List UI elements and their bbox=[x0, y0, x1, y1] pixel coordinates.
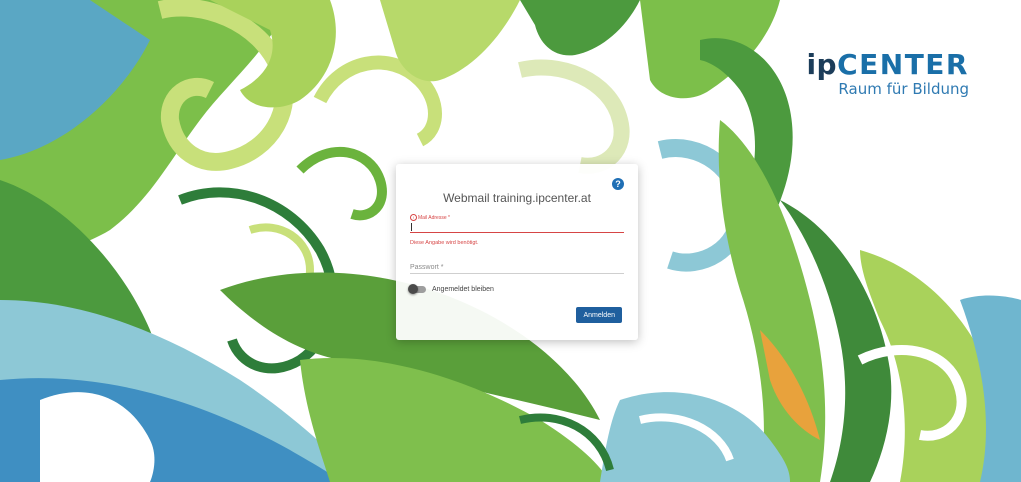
logo-center: CENTER bbox=[837, 48, 969, 81]
remember-me-toggle[interactable] bbox=[408, 284, 426, 294]
remember-me-label[interactable]: Angemeldet bleiben bbox=[432, 286, 494, 293]
email-error-message: Diese Angabe wird benötigt. bbox=[410, 240, 479, 246]
toggle-knob bbox=[408, 284, 418, 294]
text-cursor bbox=[411, 223, 412, 231]
ipcenter-logo: ipCENTER bbox=[806, 50, 969, 80]
remember-me-row: Angemeldet bleiben bbox=[408, 284, 494, 294]
login-button[interactable]: Anmelden bbox=[576, 307, 622, 323]
email-input[interactable] bbox=[410, 221, 624, 233]
login-dialog: ? Webmail training.ipcenter.at ! Mail Adr… bbox=[396, 164, 638, 340]
email-field: ! Mail Adresse * bbox=[410, 214, 624, 233]
password-input[interactable] bbox=[410, 262, 624, 274]
email-label-text: Mail Adresse * bbox=[418, 215, 450, 221]
email-label: ! Mail Adresse * bbox=[410, 214, 624, 221]
login-title: Webmail training.ipcenter.at bbox=[443, 191, 591, 205]
logo-ip: ip bbox=[806, 48, 838, 81]
brand-tagline: Raum für Bildung bbox=[838, 80, 969, 98]
error-icon: ! bbox=[410, 214, 417, 221]
help-icon[interactable]: ? bbox=[612, 178, 624, 190]
brand-logo: ipCENTER Raum für Bildung bbox=[806, 50, 969, 99]
password-field bbox=[410, 262, 624, 274]
